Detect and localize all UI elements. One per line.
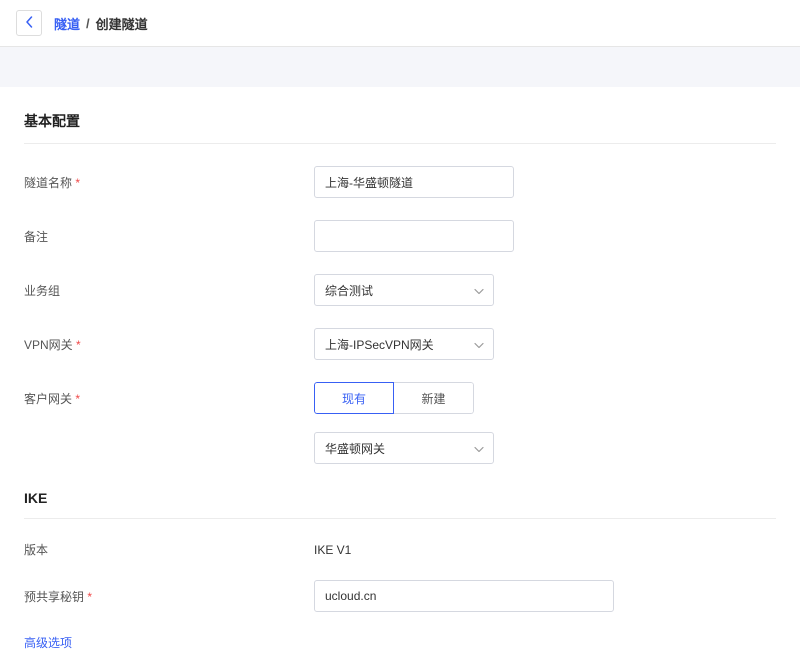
psk-input[interactable]: [314, 580, 614, 612]
breadcrumb-separator: /: [86, 16, 90, 31]
breadcrumb-link-tunnel[interactable]: 隧道: [54, 14, 80, 33]
breadcrumb-current: 创建隧道: [96, 14, 148, 33]
row-customer-gateway-select: 华盛顿网关: [314, 432, 776, 464]
row-vpn-gateway: VPN网关 上海-IPSecVPN网关: [24, 328, 776, 360]
seg-new[interactable]: 新建: [394, 382, 474, 414]
label-remark: 备注: [24, 228, 314, 245]
seg-existing[interactable]: 现有: [314, 382, 394, 414]
row-ike-version: 版本 IKE V1: [24, 541, 776, 558]
section-title-ike: IKE: [24, 490, 776, 506]
vpn-gateway-value: 上海-IPSecVPN网关: [325, 336, 434, 353]
row-customer-gateway: 客户网关 现有 新建: [24, 382, 776, 414]
business-group-value: 综合测试: [325, 282, 373, 299]
form-content: 基本配置 隧道名称 备注 业务组 综合测试 VPN网关 上海-IPSecVPN网…: [0, 87, 800, 671]
label-business-group: 业务组: [24, 282, 314, 299]
row-business-group: 业务组 综合测试: [24, 274, 776, 306]
label-psk: 预共享秘钥: [24, 588, 314, 605]
section-title-basic: 基本配置: [24, 111, 776, 131]
divider: [24, 518, 776, 519]
vpn-gateway-select[interactable]: 上海-IPSecVPN网关: [314, 328, 494, 360]
label-tunnel-name: 隧道名称: [24, 174, 314, 191]
breadcrumb: 隧道 / 创建隧道: [54, 14, 148, 33]
back-button[interactable]: [16, 10, 42, 36]
business-group-select[interactable]: 综合测试: [314, 274, 494, 306]
advanced-options-link[interactable]: 高级选项: [24, 634, 776, 651]
remark-input[interactable]: [314, 220, 514, 252]
row-tunnel-name: 隧道名称: [24, 166, 776, 198]
divider: [24, 143, 776, 144]
ike-version-value: IKE V1: [314, 543, 351, 557]
tunnel-name-input[interactable]: [314, 166, 514, 198]
row-remark: 备注: [24, 220, 776, 252]
row-psk: 预共享秘钥: [24, 580, 776, 612]
content-gap: [0, 47, 800, 87]
customer-gateway-toggle: 现有 新建: [314, 382, 474, 414]
label-customer-gateway: 客户网关: [24, 390, 314, 407]
customer-gateway-value: 华盛顿网关: [325, 440, 385, 457]
chevron-left-icon: [25, 16, 33, 31]
customer-gateway-select[interactable]: 华盛顿网关: [314, 432, 494, 464]
page-header: 隧道 / 创建隧道: [0, 0, 800, 47]
label-vpn-gateway: VPN网关: [24, 336, 314, 353]
label-ike-version: 版本: [24, 541, 314, 558]
